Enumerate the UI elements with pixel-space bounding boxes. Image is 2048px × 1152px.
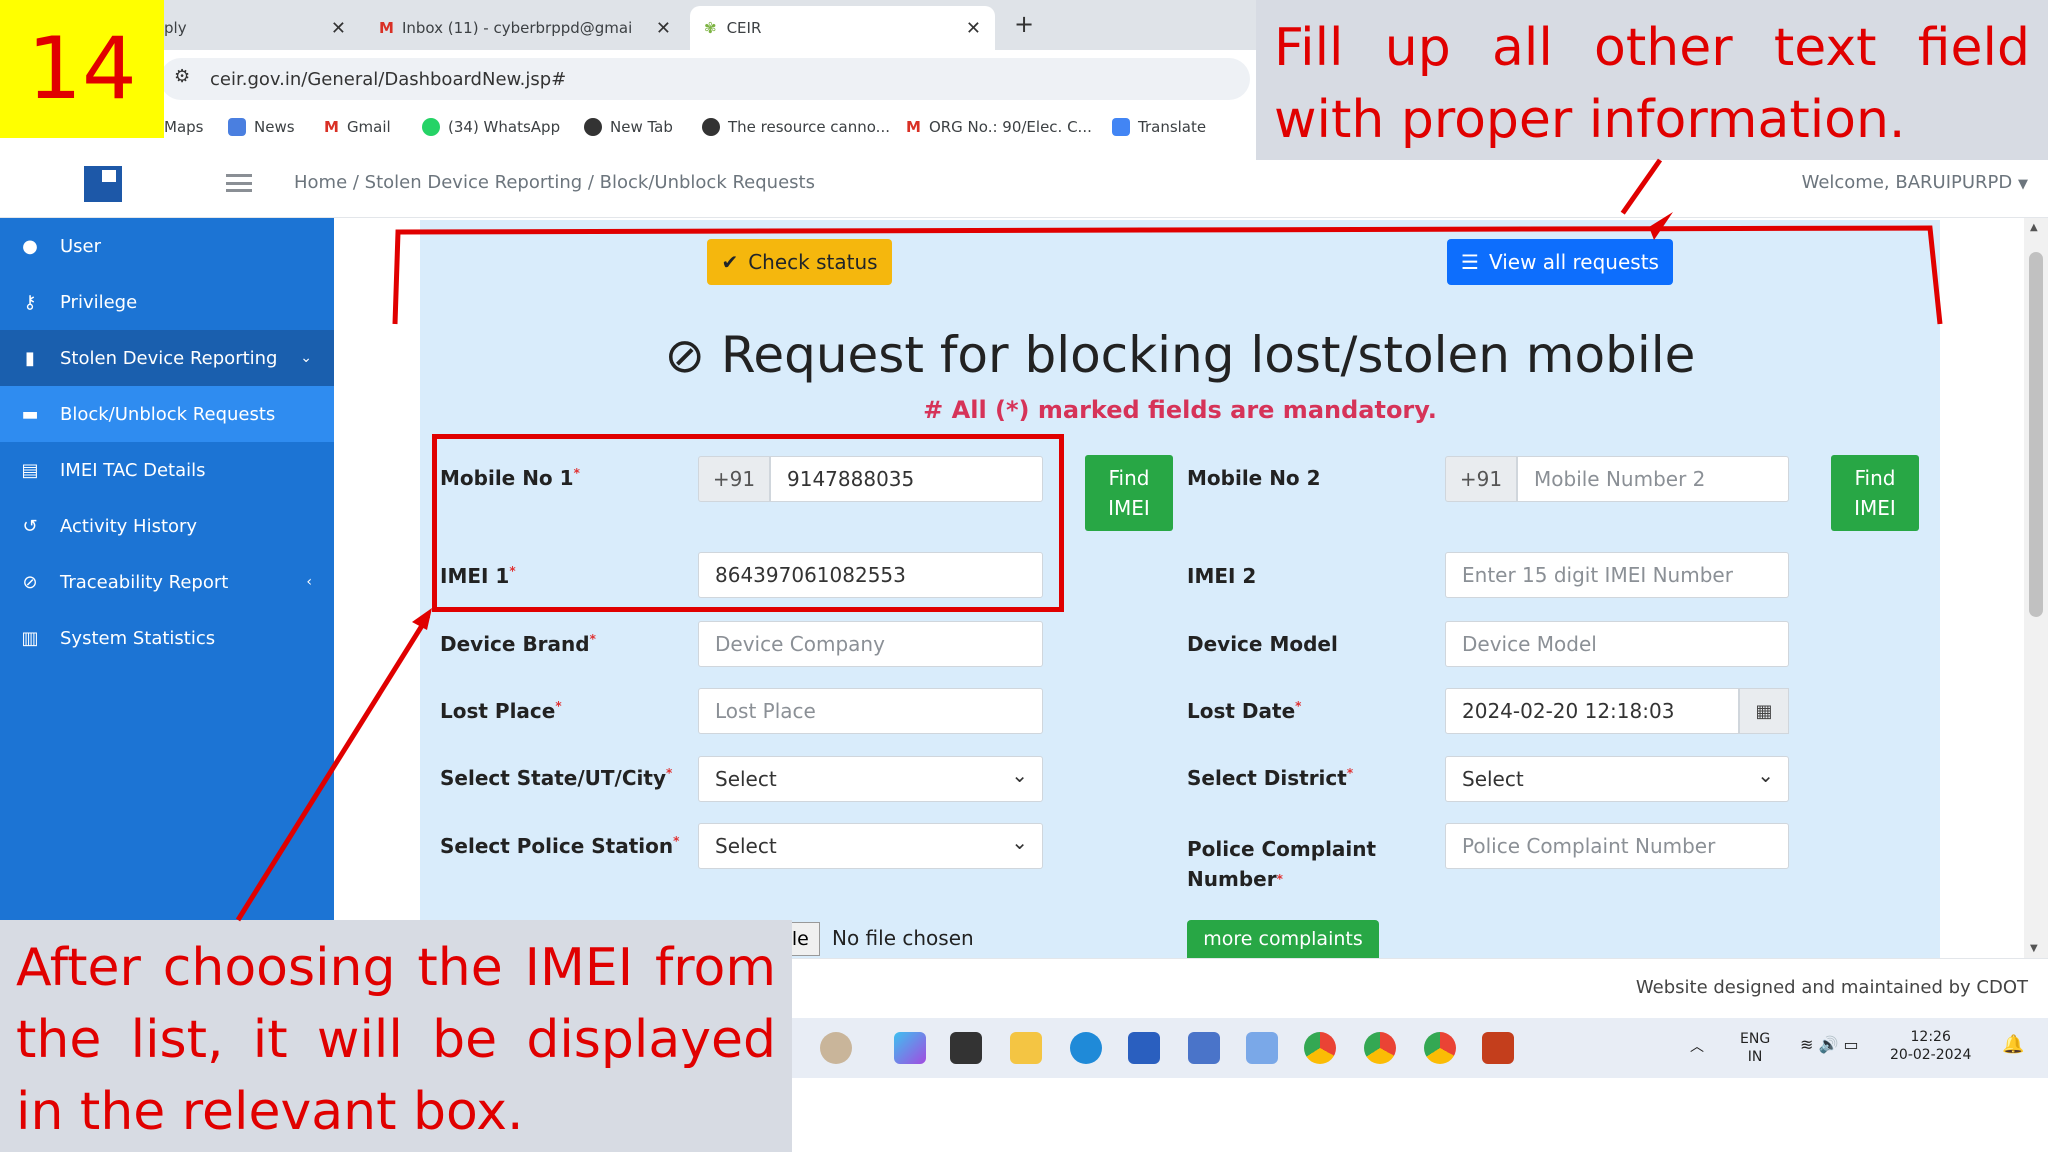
bracket-highlight (392, 225, 1943, 325)
arrow-line-top (1620, 158, 1663, 215)
arrow-line-bottom (235, 614, 431, 922)
arrow-head-bottom (412, 608, 432, 630)
annotation-overlay (235, 158, 1943, 922)
arrow-head-top (1649, 212, 1673, 240)
